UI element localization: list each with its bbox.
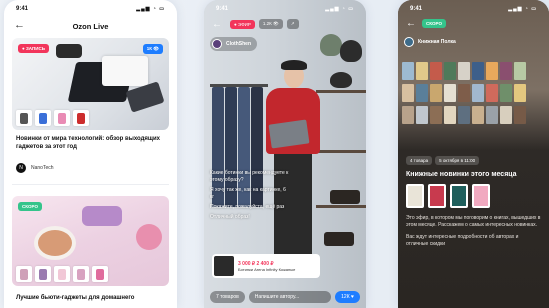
soon-badge: СКОРО bbox=[18, 202, 42, 211]
chat-message: Я хочу так же, как на картинке, 6 кг bbox=[210, 187, 286, 200]
products-button[interactable]: 7 товаров bbox=[210, 291, 245, 303]
stream-bottom-bar: 7 товаров Напишите автору... 12К ♥ bbox=[210, 290, 360, 304]
stream-title[interactable]: Новинки от мира технологий: обзор выходя… bbox=[16, 135, 165, 151]
chat-feed: Какие ботинки вы рекомендуете к этому об… bbox=[210, 170, 290, 224]
host-name: Книжная Полка bbox=[418, 39, 456, 45]
camera-image bbox=[56, 44, 82, 58]
views-badge: 1К 👁 bbox=[142, 44, 163, 54]
stream-description: Это эфир, в котором мы поговорим о книга… bbox=[406, 215, 541, 228]
device-image bbox=[136, 224, 162, 250]
book-thumb[interactable] bbox=[406, 184, 424, 208]
stream-title: Книжные новинки этого месяца bbox=[406, 171, 517, 178]
share-icon[interactable]: ↗ bbox=[286, 19, 299, 29]
feed-screen: 9:41 ▂▄▆ ◔ ▭ ← Ozon Live ● ЗАПИСЬ 1К 👁 Н… bbox=[4, 0, 177, 308]
viewers-badge: 1.2К 👁 bbox=[258, 19, 283, 29]
host-chip[interactable]: ClothShen bbox=[210, 37, 257, 51]
book-thumb[interactable] bbox=[428, 184, 446, 208]
likes-button[interactable]: 12К ♥ bbox=[335, 291, 360, 303]
book-shelf bbox=[398, 62, 549, 80]
product-thumb[interactable] bbox=[35, 110, 51, 126]
message-input[interactable]: Напишите автору... bbox=[248, 291, 332, 303]
stream-meta: 4 товара 5 октября в 11:00 bbox=[406, 156, 541, 165]
status-icons: ▂▄▆ ◔ ▭ bbox=[136, 6, 165, 12]
product-thumb[interactable] bbox=[54, 266, 70, 282]
host-chip[interactable]: Книжная Полка bbox=[404, 37, 456, 47]
product-image bbox=[214, 256, 234, 276]
cup-image bbox=[38, 230, 72, 256]
host-name: ClothShen bbox=[226, 41, 251, 47]
stream-title[interactable]: Лучшие бьюти-гаджеты для домашнего bbox=[16, 294, 165, 302]
product-thumb[interactable] bbox=[73, 266, 89, 282]
box-image bbox=[102, 56, 148, 86]
arrow-left-icon[interactable]: ← bbox=[406, 18, 416, 29]
book-shelf bbox=[398, 84, 549, 102]
stream-cover-gadgets[interactable]: ● ЗАПИСЬ 1К 👁 bbox=[12, 38, 169, 130]
arrow-left-icon[interactable]: ← bbox=[212, 19, 222, 30]
product-thumbs bbox=[16, 266, 108, 282]
products-count-tag[interactable]: 4 товара bbox=[406, 156, 433, 165]
product-name: Ботинки Arena Infinity Кожаные bbox=[238, 266, 296, 272]
chat-message: Отличный образ! bbox=[210, 214, 250, 220]
upcoming-stream-screen: 9:41 ▂▄▆ ◔ ▭ ← СКОРО Книжная Полка 4 тов… bbox=[398, 0, 549, 308]
book-shelf bbox=[398, 106, 549, 124]
shelf bbox=[316, 90, 366, 93]
product-thumb[interactable] bbox=[54, 110, 70, 126]
schedule-tag: 5 октября в 11:00 bbox=[435, 156, 480, 165]
status-icons: ▂▄▆ ◔ ▭ bbox=[508, 6, 537, 12]
status-time: 9:41 bbox=[216, 6, 229, 12]
stream-topbar: ← СКОРО bbox=[406, 18, 446, 29]
brush-image bbox=[82, 206, 122, 226]
product-thumb[interactable] bbox=[16, 110, 32, 126]
product-thumb[interactable] bbox=[73, 110, 89, 126]
author-name: NanoTech bbox=[31, 165, 54, 171]
hat bbox=[340, 40, 362, 62]
author-row[interactable]: N NanoTech bbox=[16, 163, 54, 173]
stream-description: Вас ждут интересные подробности об автор… bbox=[406, 234, 519, 247]
product-card[interactable]: 3 000 ₽ 2 400 ₽ Ботинки Arena Infinity К… bbox=[212, 254, 320, 278]
arrow-left-icon[interactable]: ← bbox=[14, 19, 25, 31]
status-bar: 9:41 ▂▄▆ ◔ ▭ bbox=[204, 4, 366, 14]
chat-message: Какие ботинки вы рекомендуете к этому об… bbox=[210, 170, 289, 183]
status-bar: 9:41 ▂▄▆ ◔ ▭ bbox=[4, 4, 177, 14]
product-thumb[interactable] bbox=[35, 266, 51, 282]
product-thumb[interactable] bbox=[16, 266, 32, 282]
product-thumb[interactable] bbox=[92, 266, 108, 282]
live-badge: ● ЭФИР bbox=[230, 19, 255, 29]
chat-message: Покажите, пожалуйста, ещё раз bbox=[210, 204, 285, 210]
avatar bbox=[404, 37, 414, 47]
status-bar: 9:41 ▂▄▆ ◔ ▭ bbox=[398, 4, 549, 14]
status-icons: ▂▄▆ ◔ ▭ bbox=[325, 6, 354, 12]
stream-info-panel: 4 товара 5 октября в 11:00 Книжные новин… bbox=[398, 150, 549, 308]
hat bbox=[330, 72, 352, 88]
hat bbox=[320, 34, 342, 56]
stream-topbar: ← ● ЭФИР 1.2К 👁 ↗ bbox=[212, 18, 358, 30]
soon-badge: СКОРО bbox=[422, 19, 446, 28]
live-stream-screen: 9:41 ▂▄▆ ◔ ▭ ← ● ЭФИР 1.2К 👁 ↗ ClothShen… bbox=[204, 0, 366, 308]
presenter-cap bbox=[281, 60, 307, 70]
record-badge: ● ЗАПИСЬ bbox=[18, 44, 49, 53]
status-time: 9:41 bbox=[16, 6, 29, 12]
header: ← Ozon Live bbox=[4, 16, 177, 36]
book-thumb[interactable] bbox=[472, 184, 490, 208]
boots bbox=[330, 190, 360, 204]
shelf bbox=[316, 150, 366, 153]
avatar bbox=[212, 39, 222, 49]
page-title: Ozon Live bbox=[72, 21, 109, 31]
status-time: 9:41 bbox=[410, 6, 423, 12]
featured-books bbox=[406, 184, 541, 208]
divider bbox=[12, 184, 169, 185]
book-thumb[interactable] bbox=[450, 184, 468, 208]
avatar: N bbox=[16, 163, 26, 173]
product-thumbs bbox=[16, 110, 89, 126]
stream-cover-beauty[interactable]: СКОРО bbox=[12, 196, 169, 286]
shelf bbox=[316, 205, 366, 208]
boots bbox=[324, 232, 354, 246]
